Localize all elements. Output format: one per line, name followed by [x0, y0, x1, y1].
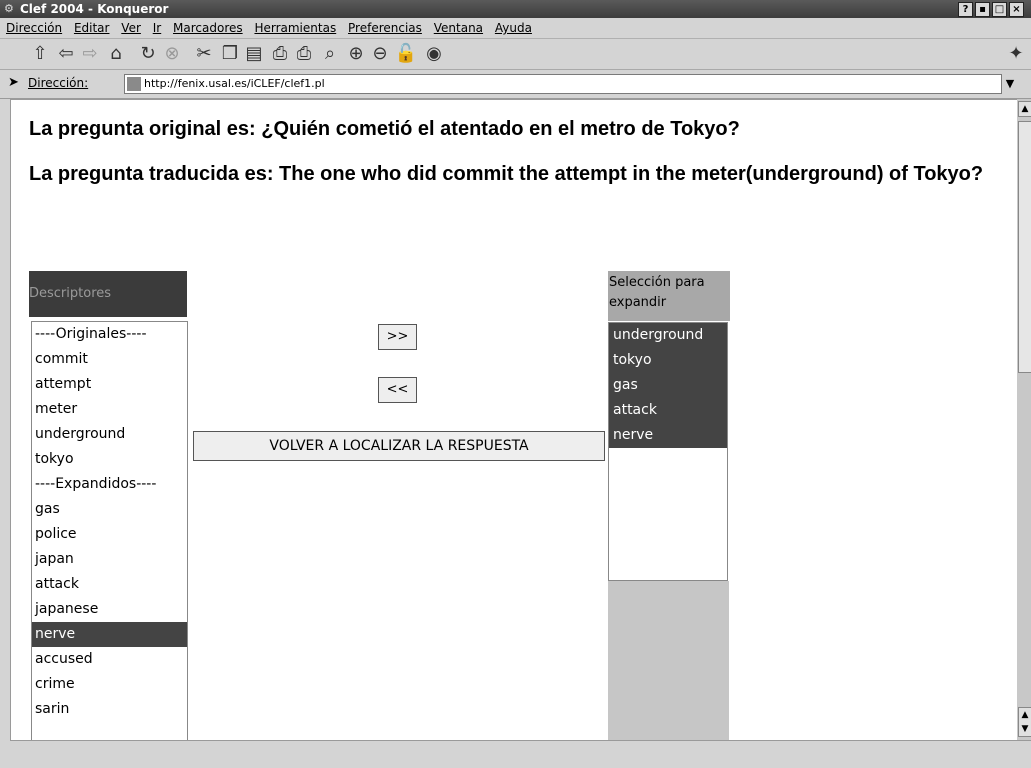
descriptors-list[interactable]: ----Originales---- commit attempt meter unde…: [31, 321, 188, 740]
minimize-window-button[interactable]: ▪: [975, 2, 990, 17]
remove-descriptor-button[interactable]: <<: [378, 377, 417, 403]
menu-direccion[interactable]: Dirección: [6, 21, 62, 35]
menu-preferencias[interactable]: Preferencias: [348, 21, 422, 35]
menu-herramientas[interactable]: Herramientas: [254, 21, 336, 35]
descriptor-item[interactable]: sarin: [32, 697, 187, 722]
address-label: Dirección:: [28, 76, 89, 90]
menu-ver[interactable]: Ver: [121, 21, 141, 35]
page-content: La pregunta original es: ¿Quién cometió …: [10, 99, 1018, 741]
relocate-answer-button[interactable]: VOLVER A LOCALIZAR LA RESPUESTA: [193, 431, 605, 461]
konqueror-icon: ⚙: [4, 2, 14, 15]
help-window-button[interactable]: ?: [958, 2, 973, 17]
toolbar: ⇧ ⇦ ⇨ ⌂ ↻ ⊗ ✂ ❐ ▤ ⎙ ⎙ ⌕ ⊕ ⊖ 🔓 ◉ ✦: [0, 39, 1031, 70]
descriptor-item[interactable]: gas: [32, 497, 187, 522]
cut-icon[interactable]: ✂: [192, 42, 216, 66]
window-title: Clef 2004 - Konqueror: [20, 2, 169, 16]
address-dropdown-icon[interactable]: ▼: [1002, 74, 1018, 94]
vertical-scrollbar[interactable]: ▲ ▲ ▼: [1017, 99, 1031, 740]
menu-ventana[interactable]: Ventana: [434, 21, 483, 35]
stop-icon[interactable]: ⊗: [160, 42, 184, 66]
selection-item[interactable]: attack: [609, 398, 727, 423]
descriptor-item[interactable]: crime: [32, 672, 187, 697]
security-lock-icon[interactable]: 🔓: [394, 42, 418, 66]
selection-item[interactable]: gas: [609, 373, 727, 398]
address-bar: ➤ Dirección: http://fenix.usal.es/iCLEF/…: [0, 70, 1031, 99]
descriptor-item[interactable]: police: [32, 522, 187, 547]
maximize-window-button[interactable]: □: [992, 2, 1007, 17]
descriptor-item[interactable]: attempt: [32, 372, 187, 397]
descriptor-item[interactable]: accused: [32, 647, 187, 672]
descriptor-item[interactable]: ----Expandidos----: [32, 472, 187, 497]
menu-editar[interactable]: Editar: [74, 21, 110, 35]
descriptor-item[interactable]: commit: [32, 347, 187, 372]
reload-icon[interactable]: ↻: [136, 42, 160, 66]
descriptors-header: Descriptores: [29, 271, 187, 317]
close-window-button[interactable]: ×: [1009, 2, 1024, 17]
menu-ir[interactable]: Ir: [153, 21, 161, 35]
back-icon[interactable]: ⇦: [54, 42, 78, 66]
window-titlebar[interactable]: ⚙ Clef 2004 - Konqueror ? ▪ □ ×: [0, 0, 1031, 18]
add-descriptor-button[interactable]: >>: [378, 324, 417, 350]
scroll-down-icon[interactable]: ▲ ▼: [1018, 707, 1031, 737]
address-url: http://fenix.usal.es/iCLEF/clef1.pl: [144, 77, 325, 90]
up-icon[interactable]: ⇧: [28, 42, 52, 66]
selection-item[interactable]: tokyo: [609, 348, 727, 373]
selection-filler: [608, 581, 729, 740]
descriptor-item[interactable]: underground: [32, 422, 187, 447]
menu-ayuda[interactable]: Ayuda: [495, 21, 532, 35]
forward-icon[interactable]: ⇨: [78, 42, 102, 66]
status-bar: [10, 740, 1031, 768]
selection-item[interactable]: nerve: [609, 423, 727, 448]
throbber-icon: ✦: [1008, 43, 1024, 64]
print-preview-icon[interactable]: ⎙: [292, 42, 316, 66]
descriptor-item[interactable]: attack: [32, 572, 187, 597]
address-input[interactable]: http://fenix.usal.es/iCLEF/clef1.pl: [124, 74, 1002, 94]
menu-bar: Dirección Editar Ver Ir Marcadores Herra…: [0, 18, 1031, 39]
descriptor-item[interactable]: ----Originales----: [32, 322, 187, 347]
menu-marcadores[interactable]: Marcadores: [173, 21, 243, 35]
selection-item[interactable]: underground: [609, 323, 727, 348]
home-icon[interactable]: ⌂: [104, 42, 128, 66]
find-icon[interactable]: ⌕: [318, 42, 342, 66]
address-go-icon[interactable]: ➤: [8, 75, 24, 91]
zoom-in-icon[interactable]: ⊕: [344, 42, 368, 66]
scroll-up-icon[interactable]: ▲: [1018, 101, 1031, 117]
descriptor-item[interactable]: nerve: [32, 622, 187, 647]
paste-icon[interactable]: ▤: [242, 42, 266, 66]
download-icon[interactable]: ◉: [422, 42, 446, 66]
descriptor-item[interactable]: japanese: [32, 597, 187, 622]
descriptor-item[interactable]: japan: [32, 547, 187, 572]
selection-list[interactable]: underground tokyo gas attack nerve: [608, 322, 728, 581]
scroll-thumb[interactable]: [1018, 121, 1031, 373]
descriptor-item[interactable]: tokyo: [32, 447, 187, 472]
translated-question: La pregunta traducida es: The one who di…: [29, 163, 984, 185]
copy-icon[interactable]: ❐: [218, 42, 242, 66]
zoom-out-icon[interactable]: ⊖: [368, 42, 392, 66]
descriptor-item[interactable]: meter: [32, 397, 187, 422]
page-favicon-icon: [127, 77, 141, 91]
print-icon[interactable]: ⎙: [268, 42, 292, 66]
selection-header: Selección para expandir: [608, 271, 730, 321]
original-question: La pregunta original es: ¿Quién cometió …: [29, 118, 740, 140]
